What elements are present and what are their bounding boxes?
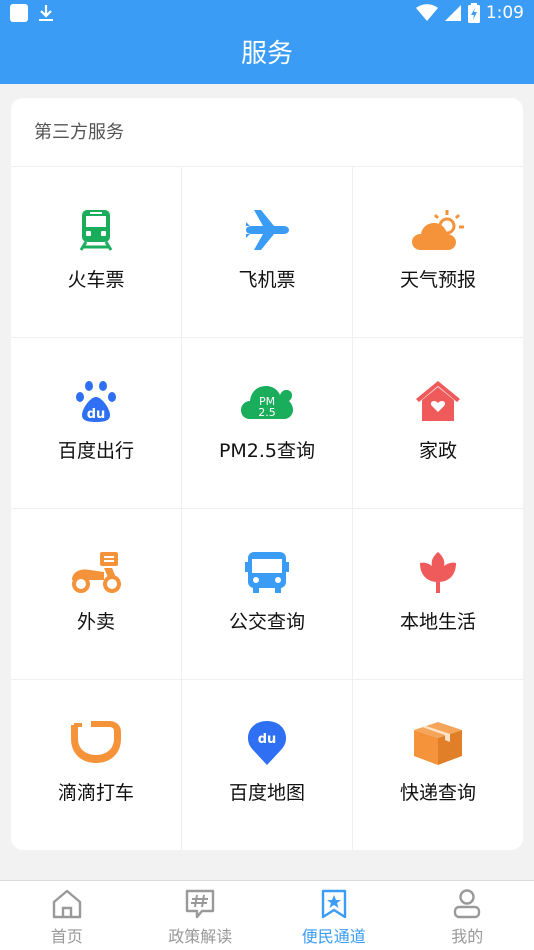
didi-icon	[68, 718, 124, 768]
status-bar: 1:09	[0, 0, 534, 28]
download-icon	[39, 5, 53, 21]
wifi-icon	[415, 4, 438, 21]
baidu-paw-icon: du	[68, 376, 124, 426]
service-flight-ticket[interactable]: 飞机票	[182, 167, 353, 338]
service-housekeeping[interactable]: 家政	[353, 338, 523, 509]
service-label: 外卖	[76, 611, 115, 633]
tab-mine[interactable]: 我的	[401, 881, 534, 950]
signal-icon	[444, 5, 461, 21]
service-label: 天气预报	[399, 269, 476, 291]
baidu-map-pin-icon: du	[239, 718, 295, 768]
service-label: 火车票	[67, 269, 125, 291]
tulip-icon	[410, 547, 466, 597]
pm25-cloud-icon: PM 2.5	[239, 376, 295, 426]
weather-icon	[410, 205, 466, 255]
service-pm25-query[interactable]: PM 2.5 PM2.5查询	[182, 338, 353, 509]
bottom-tab-bar: 首页 政策解读 便民通道 我的	[0, 880, 534, 950]
service-label: 百度出行	[57, 440, 134, 462]
service-takeout[interactable]: 外卖	[11, 509, 182, 680]
svg-text:2.5: 2.5	[258, 406, 276, 419]
tab-label: 政策解读	[168, 927, 233, 946]
package-icon	[410, 718, 466, 768]
service-baidu-map[interactable]: du 百度地图	[182, 680, 353, 850]
train-icon	[68, 205, 124, 255]
home-icon	[52, 889, 81, 919]
house-heart-icon	[410, 376, 466, 426]
service-label: 本地生活	[399, 611, 476, 633]
third-party-services-card: 第三方服务 火车票 飞机票 天气预报 du 百度出行 PM 2.5 PM2.5查…	[11, 98, 523, 850]
service-train-ticket[interactable]: 火车票	[11, 167, 182, 338]
service-local-life[interactable]: 本地生活	[353, 509, 523, 680]
tab-label: 便民通道	[301, 927, 366, 946]
service-label: 飞机票	[238, 269, 296, 291]
tab-label: 首页	[50, 927, 83, 946]
service-baidu-travel[interactable]: du 百度出行	[11, 338, 182, 509]
service-weather-forecast[interactable]: 天气预报	[353, 167, 523, 338]
service-didi-taxi[interactable]: 滴滴打车	[11, 680, 182, 850]
service-bus-query[interactable]: 公交查询	[182, 509, 353, 680]
service-label: 滴滴打车	[57, 782, 134, 804]
section-title: 第三方服务	[11, 98, 523, 167]
service-label: 快递查询	[399, 782, 476, 804]
service-express-query[interactable]: 快递查询	[353, 680, 523, 850]
service-label: 公交查询	[228, 611, 305, 633]
user-icon	[454, 889, 481, 919]
svg-text:du: du	[258, 732, 277, 747]
service-label: PM2.5查询	[218, 440, 316, 462]
scooter-icon	[68, 547, 124, 597]
tab-label: 我的	[451, 927, 484, 946]
tab-policy-interpretation[interactable]: 政策解读	[134, 881, 268, 950]
status-time: 1:09	[485, 3, 524, 23]
tab-convenience-channel[interactable]: 便民通道	[267, 881, 401, 950]
page-title: 服务	[0, 28, 534, 84]
svg-text:du: du	[87, 407, 106, 422]
hashtag-chat-icon	[186, 889, 215, 919]
tab-home[interactable]: 首页	[0, 881, 134, 950]
service-label: 家政	[418, 440, 457, 462]
battery-icon	[467, 3, 480, 23]
notification-app-icon	[10, 4, 28, 22]
star-bookmark-icon	[321, 889, 346, 919]
bus-icon	[239, 547, 295, 597]
airplane-icon	[239, 205, 295, 255]
service-label: 百度地图	[228, 782, 305, 804]
